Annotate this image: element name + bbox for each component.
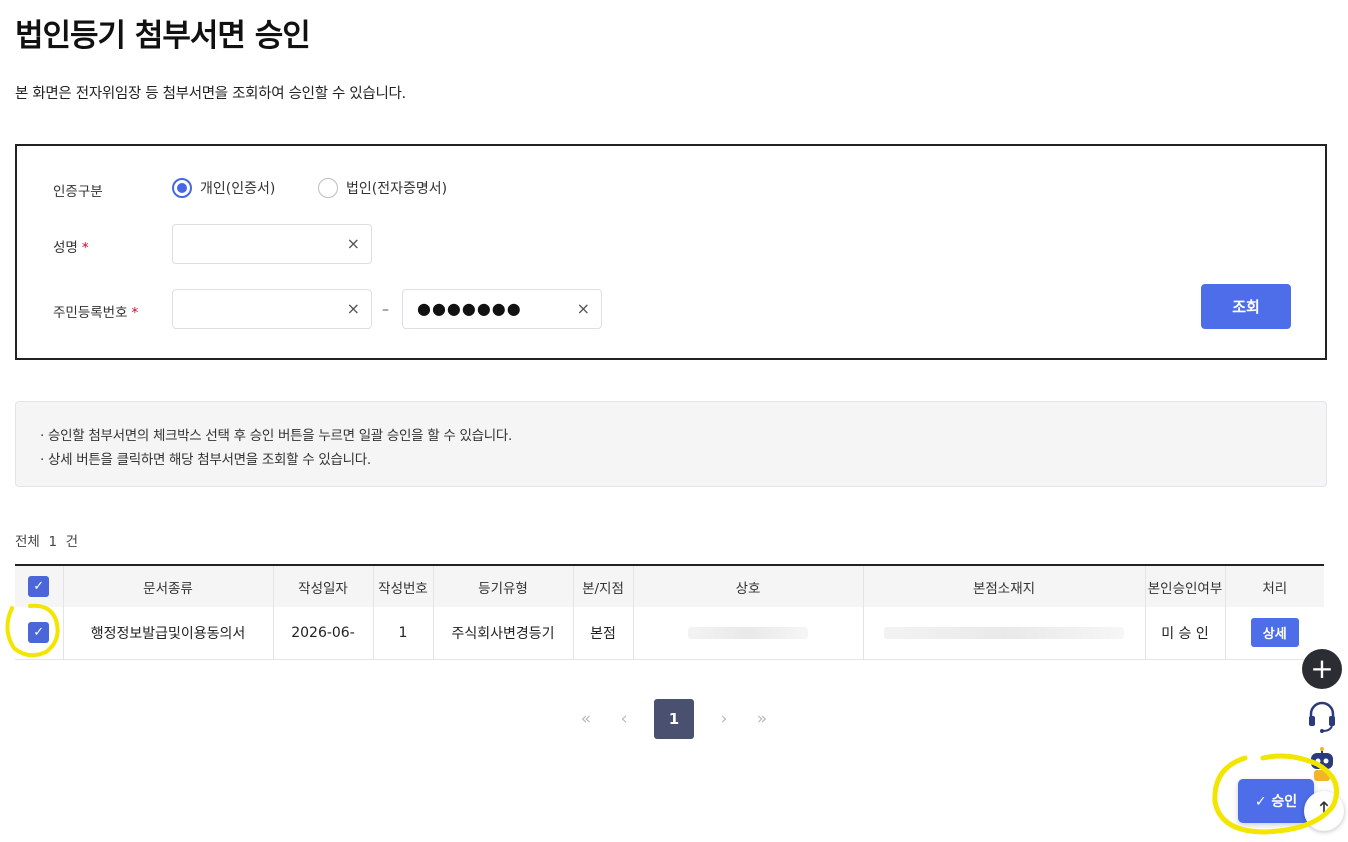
total-count: 전체 1 건 xyxy=(15,530,78,550)
pagination: « ‹ 1 › » xyxy=(567,699,781,739)
required-mark: * xyxy=(131,305,139,321)
radio-corporate-label: 법인(전자증명서) xyxy=(346,181,448,197)
date-cell: 2026-06- xyxy=(272,607,373,660)
detail-button[interactable]: 상세 xyxy=(1250,618,1299,648)
rrn-front-clear-icon[interactable]: × xyxy=(347,299,360,318)
approve-button[interactable]: ✓ 승인 xyxy=(1238,779,1314,823)
first-page-icon[interactable]: « xyxy=(567,709,605,729)
name-clear-icon[interactable]: × xyxy=(347,234,360,253)
last-page-icon[interactable]: » xyxy=(743,709,781,729)
total-number: 1 xyxy=(48,534,58,550)
redacted-company xyxy=(688,626,808,639)
redacted-address xyxy=(884,626,1124,639)
notice-text: 상세 버튼을 클릭하면 해당 첨부서면을 조회할 수 있습니다. xyxy=(48,452,371,468)
rrn-label: 주민등록번호 * xyxy=(53,301,138,321)
total-label: 전체 xyxy=(15,534,40,550)
select-all-cell[interactable]: ✓ xyxy=(15,565,63,607)
auth-type-label: 인증구분 xyxy=(53,184,103,200)
col-number: 작성번호 xyxy=(372,565,433,607)
radio-personal-circle[interactable] xyxy=(172,178,192,198)
table-row: ✓ 행정정보발급및이용동의서 2026-06- 1 주식회사변경등기 본점 미 … xyxy=(15,607,1324,660)
name-label-text: 성명 xyxy=(53,240,78,256)
page-current[interactable]: 1 xyxy=(654,699,694,739)
name-field[interactable]: × xyxy=(172,224,372,264)
rrn-back-masked-value[interactable]: ●●●●●●● xyxy=(417,299,522,318)
col-action: 처리 xyxy=(1224,565,1324,607)
total-unit: 건 xyxy=(65,534,79,550)
rrn-front-input[interactable] xyxy=(173,290,333,328)
row-checkbox-cell[interactable]: ✓ xyxy=(15,607,63,660)
search-panel: 인증구분 개인(인증서) 법인(전자증명서) 성명 * × 주민등록번호 * × –… xyxy=(15,144,1327,360)
chatbot-icon[interactable] xyxy=(1306,747,1338,783)
number-cell: 1 xyxy=(372,607,433,660)
approval-status-cell: 미 승 인 xyxy=(1144,607,1225,660)
col-doc-type: 문서종류 xyxy=(62,565,273,607)
scroll-top-icon[interactable]: ↑ xyxy=(1304,791,1344,831)
approve-label: 승인 xyxy=(1271,794,1298,810)
radio-corporate[interactable]: 법인(전자증명서) xyxy=(318,178,447,198)
notice-box: · 승인할 첨부서면의 체크박스 선택 후 승인 버튼을 누르면 일괄 승인을 … xyxy=(15,401,1327,487)
col-approval-status: 본인승인여부 xyxy=(1144,565,1225,607)
rrn-label-text: 주민등록번호 xyxy=(53,305,128,321)
notice-item: · 승인할 첨부서면의 체크박스 선택 후 승인 버튼을 누르면 일괄 승인을 … xyxy=(40,424,512,444)
doc-type-cell: 행정정보발급및이용동의서 xyxy=(62,607,273,660)
row-checkbox[interactable]: ✓ xyxy=(28,622,50,644)
reg-type-cell: 주식회사변경등기 xyxy=(432,607,573,660)
company-cell xyxy=(632,607,863,660)
notice-item: · 상세 버튼을 클릭하면 해당 첨부서면을 조회할 수 있습니다. xyxy=(40,448,371,468)
table-header-row: ✓ 문서종류 작성일자 작성번호 등기유형 본/지점 상호 본점소재지 본인승인… xyxy=(15,565,1324,607)
col-reg-type: 등기유형 xyxy=(432,565,573,607)
rrn-dash: – xyxy=(382,302,389,318)
name-input[interactable] xyxy=(173,225,333,263)
col-company: 상호 xyxy=(632,565,863,607)
bullet: · xyxy=(40,452,44,468)
radio-corporate-circle[interactable] xyxy=(318,178,338,198)
col-branch: 본/지점 xyxy=(572,565,633,607)
headset-icon[interactable] xyxy=(1306,700,1338,734)
page-description: 본 화면은 전자위임장 등 첨부서면을 조회하여 승인할 수 있습니다. xyxy=(15,86,406,102)
next-page-icon[interactable]: › xyxy=(705,709,743,729)
plus-icon[interactable]: + xyxy=(1302,649,1342,689)
bullet: · xyxy=(40,428,44,444)
results-table: ✓ 문서종류 작성일자 작성번호 등기유형 본/지점 상호 본점소재지 본인승인… xyxy=(15,564,1324,660)
rrn-back-clear-icon[interactable]: × xyxy=(577,299,590,318)
col-date: 작성일자 xyxy=(272,565,373,607)
radio-personal-label: 개인(인증서) xyxy=(200,181,276,197)
radio-personal[interactable]: 개인(인증서) xyxy=(172,178,275,198)
name-label: 성명 * xyxy=(53,236,89,256)
required-mark: * xyxy=(81,240,89,256)
prev-page-icon[interactable]: ‹ xyxy=(605,709,643,729)
rrn-back-field[interactable]: ●●●●●●● × xyxy=(402,289,602,329)
action-cell: 상세 xyxy=(1224,607,1324,660)
col-address: 본점소재지 xyxy=(862,565,1145,607)
select-all-checkbox[interactable]: ✓ xyxy=(28,576,50,597)
page-title: 법인등기 첨부서면 승인 xyxy=(15,18,311,54)
notice-text: 승인할 첨부서면의 체크박스 선택 후 승인 버튼을 누르면 일괄 승인을 할 … xyxy=(48,428,512,444)
search-button[interactable]: 조회 xyxy=(1201,284,1291,329)
check-icon: ✓ xyxy=(1254,794,1267,810)
address-cell xyxy=(862,607,1145,660)
branch-cell: 본점 xyxy=(572,607,633,660)
rrn-front-field[interactable]: × xyxy=(172,289,372,329)
